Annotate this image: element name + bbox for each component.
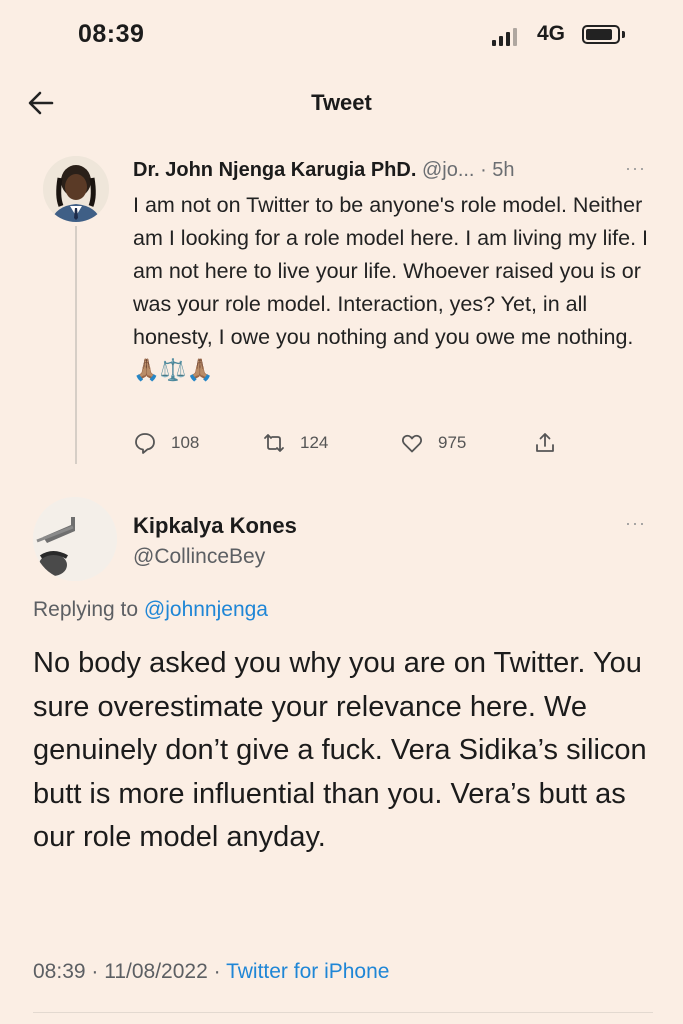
- client-link[interactable]: Twitter for iPhone: [226, 960, 389, 983]
- retweet-icon: [264, 434, 284, 452]
- divider: [33, 1012, 653, 1013]
- page-title: Tweet: [311, 90, 372, 115]
- separator: ·: [480, 159, 487, 181]
- more-icon[interactable]: ···: [625, 158, 646, 179]
- tweet-text: No body asked you why you are on Twitter…: [33, 647, 647, 853]
- like-icon: [402, 434, 422, 453]
- battery-tip: [622, 31, 625, 38]
- battery-icon: [582, 25, 620, 44]
- tweet-meta: 08:39 · 11/08/2022 · Twitter for iPhone: [33, 960, 389, 984]
- signal-icon: [492, 28, 518, 46]
- like-button[interactable]: 975: [400, 430, 466, 456]
- tweet-header: Dr. John Njenga Karugia PhD. @jo... · 5h: [133, 159, 515, 182]
- share-button[interactable]: [533, 430, 571, 456]
- retweet-button[interactable]: 124: [262, 430, 328, 456]
- author-handle[interactable]: @jo...: [422, 159, 475, 181]
- replying-to-label: Replying to: [33, 598, 139, 621]
- author-handle[interactable]: @CollinceBey: [133, 545, 265, 569]
- tweet-time: 5h: [492, 159, 515, 181]
- avatar[interactable]: [33, 497, 117, 581]
- reply-button[interactable]: 108: [133, 430, 199, 456]
- status-time: 08:39: [78, 20, 145, 48]
- avatar[interactable]: [43, 156, 109, 222]
- share-icon: [536, 433, 554, 452]
- retweet-count: 124: [300, 433, 329, 452]
- more-icon[interactable]: ···: [625, 513, 646, 534]
- author-name[interactable]: Kipkalya Kones: [133, 513, 297, 539]
- replying-to-link[interactable]: @johnnjenga: [144, 598, 268, 621]
- network-label: 4G: [537, 22, 566, 45]
- like-count: 975: [438, 433, 467, 452]
- author-name[interactable]: Dr. John Njenga Karugia PhD.: [133, 159, 416, 181]
- reply-icon: [135, 433, 155, 454]
- replying-to: Replying to @johnnjenga: [33, 598, 268, 622]
- tweet-text: I am not on Twitter to be anyone's role …: [133, 193, 649, 382]
- timestamp: 08:39 · 11/08/2022 ·: [33, 960, 221, 983]
- reply-count: 108: [171, 433, 200, 452]
- back-arrow-icon[interactable]: [26, 88, 56, 118]
- thread-line: [75, 226, 77, 464]
